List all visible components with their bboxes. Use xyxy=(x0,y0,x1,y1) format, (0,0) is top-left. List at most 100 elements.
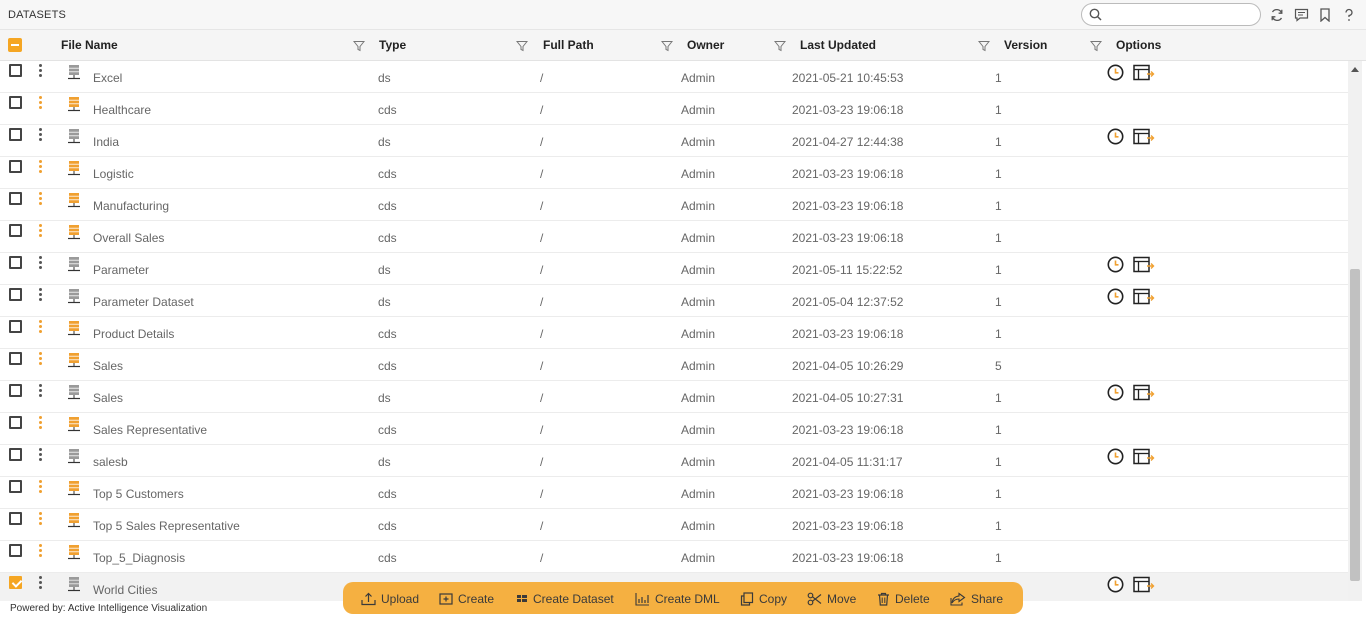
schedule-clock-icon[interactable] xyxy=(1107,576,1124,593)
table-export-icon[interactable] xyxy=(1133,288,1155,305)
row-menu-icon[interactable] xyxy=(39,64,43,79)
file-name-cell[interactable]: Excel xyxy=(93,71,122,85)
filter-icon[interactable] xyxy=(1090,40,1102,52)
filter-icon[interactable] xyxy=(661,40,673,52)
schedule-clock-icon[interactable] xyxy=(1107,288,1124,305)
table-export-icon[interactable] xyxy=(1133,64,1155,81)
file-name-cell[interactable]: Sales xyxy=(93,359,123,373)
schedule-clock-icon[interactable] xyxy=(1107,384,1124,401)
filter-icon[interactable] xyxy=(516,40,528,52)
row-checkbox[interactable] xyxy=(9,224,22,237)
table-export-icon[interactable] xyxy=(1133,256,1155,273)
row-menu-icon[interactable] xyxy=(39,416,43,431)
row-menu-icon[interactable] xyxy=(39,576,43,591)
row-checkbox[interactable] xyxy=(9,288,22,301)
row-checkbox[interactable] xyxy=(9,416,22,429)
table-row[interactable]: Parameter ds / Admin 2021-05-11 15:22:52 1 xyxy=(0,253,1348,285)
table-export-icon[interactable] xyxy=(1133,384,1155,401)
scroll-up-arrow-icon[interactable] xyxy=(1351,67,1359,72)
table-row[interactable]: Top_5_Diagnosis cds / Admin 2021-03-23 19:06… xyxy=(0,541,1348,573)
row-menu-icon[interactable] xyxy=(39,96,43,111)
table-row[interactable]: Top 5 Customers cds / Admin 2021-03-23 19:06… xyxy=(0,477,1348,509)
schedule-clock-icon[interactable] xyxy=(1107,256,1124,273)
row-menu-icon[interactable] xyxy=(39,480,43,495)
row-checkbox[interactable] xyxy=(9,96,22,109)
row-menu-icon[interactable] xyxy=(39,384,43,399)
scroll-thumb[interactable] xyxy=(1350,269,1360,581)
column-header-version[interactable]: Version xyxy=(1004,38,1047,52)
row-checkbox[interactable] xyxy=(9,128,22,141)
row-menu-icon[interactable] xyxy=(39,224,43,239)
move-button[interactable]: Move xyxy=(807,591,856,607)
table-row[interactable]: Top 5 Sales Representative cds / Admin 2021-… xyxy=(0,509,1348,541)
row-checkbox[interactable] xyxy=(9,480,22,493)
row-checkbox[interactable] xyxy=(9,320,22,333)
filter-icon[interactable] xyxy=(774,40,786,52)
column-header-last-updated[interactable]: Last Updated xyxy=(800,38,876,52)
table-row[interactable]: Manufacturing cds / Admin 2021-03-23 19:06:1… xyxy=(0,189,1348,221)
schedule-clock-icon[interactable] xyxy=(1107,64,1124,81)
create-dml-button[interactable]: Create DML xyxy=(635,591,720,607)
row-menu-icon[interactable] xyxy=(39,352,43,367)
file-name-cell[interactable]: Parameter xyxy=(93,263,149,277)
bookmark-icon[interactable] xyxy=(1316,6,1334,24)
file-name-cell[interactable]: Top 5 Customers xyxy=(93,487,184,501)
refresh-icon[interactable] xyxy=(1268,6,1286,24)
column-header-file-name[interactable]: File Name xyxy=(61,38,118,52)
table-export-icon[interactable] xyxy=(1133,576,1155,593)
row-checkbox[interactable] xyxy=(9,576,22,589)
file-name-cell[interactable]: salesb xyxy=(93,455,128,469)
vertical-scrollbar[interactable] xyxy=(1348,61,1362,601)
search-input[interactable] xyxy=(1108,6,1256,23)
row-menu-icon[interactable] xyxy=(39,160,43,175)
help-icon[interactable] xyxy=(1340,6,1358,24)
schedule-clock-icon[interactable] xyxy=(1107,128,1124,145)
create-button[interactable]: Create xyxy=(439,591,494,607)
row-checkbox[interactable] xyxy=(9,256,22,269)
table-row[interactable]: Overall Sales cds / Admin 2021-03-23 19:06:1… xyxy=(0,221,1348,253)
table-row[interactable]: Sales Representative cds / Admin 2021-03-23 … xyxy=(0,413,1348,445)
search-box[interactable] xyxy=(1081,3,1261,26)
row-checkbox[interactable] xyxy=(9,64,22,77)
file-name-cell[interactable]: World Cities xyxy=(93,583,157,597)
upload-button[interactable]: Upload xyxy=(361,591,419,607)
row-checkbox[interactable] xyxy=(9,352,22,365)
file-name-cell[interactable]: Healthcare xyxy=(93,103,151,117)
row-checkbox[interactable] xyxy=(9,160,22,173)
file-name-cell[interactable]: Logistic xyxy=(93,167,134,181)
row-menu-icon[interactable] xyxy=(39,256,43,271)
table-row[interactable]: Excel ds / Admin 2021-05-21 10:45:53 1 xyxy=(0,61,1348,93)
file-name-cell[interactable]: Sales xyxy=(93,391,123,405)
select-all-checkbox[interactable] xyxy=(8,38,22,52)
table-row[interactable]: Sales cds / Admin 2021-04-05 10:26:29 5 xyxy=(0,349,1348,381)
row-menu-icon[interactable] xyxy=(39,192,43,207)
file-name-cell[interactable]: Parameter Dataset xyxy=(93,295,194,309)
table-row[interactable]: salesb ds / Admin 2021-04-05 11:31:17 1 xyxy=(0,445,1348,477)
file-name-cell[interactable]: Top_5_Diagnosis xyxy=(93,551,185,565)
table-export-icon[interactable] xyxy=(1133,448,1155,465)
table-row[interactable]: India ds / Admin 2021-04-27 12:44:38 1 xyxy=(0,125,1348,157)
table-row[interactable]: Sales ds / Admin 2021-04-05 10:27:31 1 xyxy=(0,381,1348,413)
file-name-cell[interactable]: Manufacturing xyxy=(93,199,169,213)
row-menu-icon[interactable] xyxy=(39,288,43,303)
create-dataset-button[interactable]: Create Dataset xyxy=(516,591,614,607)
table-row[interactable]: Product Details cds / Admin 2021-03-23 19:06… xyxy=(0,317,1348,349)
row-checkbox[interactable] xyxy=(9,448,22,461)
delete-button[interactable]: Delete xyxy=(877,591,930,607)
table-row[interactable]: Logistic cds / Admin 2021-03-23 19:06:18 1 xyxy=(0,157,1348,189)
table-export-icon[interactable] xyxy=(1133,128,1155,145)
table-row[interactable]: Healthcare cds / Admin 2021-03-23 19:06:18 1 xyxy=(0,93,1348,125)
file-name-cell[interactable]: Product Details xyxy=(93,327,174,341)
row-menu-icon[interactable] xyxy=(39,128,43,143)
row-checkbox[interactable] xyxy=(9,544,22,557)
row-menu-icon[interactable] xyxy=(39,544,43,559)
row-menu-icon[interactable] xyxy=(39,512,43,527)
share-button[interactable]: Share xyxy=(950,591,1003,607)
comment-icon[interactable] xyxy=(1292,6,1310,24)
row-menu-icon[interactable] xyxy=(39,320,43,335)
filter-icon[interactable] xyxy=(978,40,990,52)
file-name-cell[interactable]: Overall Sales xyxy=(93,231,164,245)
table-row[interactable]: Parameter Dataset ds / Admin 2021-05-04 12:3… xyxy=(0,285,1348,317)
row-checkbox[interactable] xyxy=(9,512,22,525)
row-checkbox[interactable] xyxy=(9,192,22,205)
